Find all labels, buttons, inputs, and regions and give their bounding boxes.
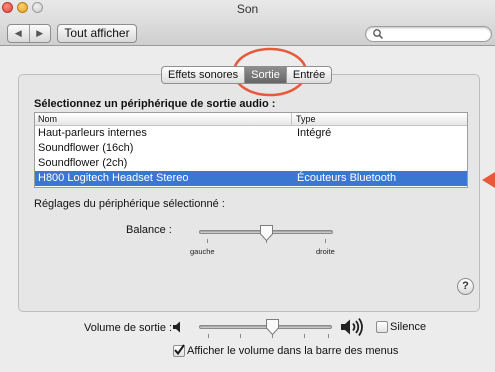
mute-label: Silence [390,321,427,333]
navigation-segment: ◀ ▶ [7,24,51,43]
forward-arrow-icon: ▶ [36,28,44,38]
output-volume-label: Volume de sortie : [84,322,173,334]
show-volume-in-menubar-label: Afficher le volume dans la barre des men… [187,345,399,357]
device-settings-heading: Réglages du périphérique sélectionné : [34,198,225,210]
column-header-name[interactable]: Nom [35,113,292,125]
output-device-table: Nom Type Haut-parleurs internes Intégré … [34,112,468,188]
balance-label: Balance : [126,224,172,236]
balance-tick [325,239,326,243]
device-name: Haut-parleurs internes [38,127,147,139]
volume-tick [328,334,329,338]
device-list-heading: Sélectionnez un périphérique de sortie a… [34,98,276,110]
balance-right-label: droite [316,247,335,256]
balance-tick [207,239,208,243]
tab-output[interactable]: Sortie [245,67,287,83]
back-arrow-icon: ◀ [14,28,22,38]
device-name: Soundflower (2ch) [38,157,128,169]
device-type [292,156,297,171]
volume-tick [208,334,209,338]
speaker-high-icon [341,317,363,337]
volume-tick [304,334,305,338]
sound-preferences-window: Son ◀ ▶ Tout afficher Effets sonores Sor… [0,0,495,372]
table-row[interactable]: Soundflower (16ch) [35,141,467,156]
mute-checkbox[interactable] [376,321,388,333]
balance-slider-thumb[interactable] [259,224,274,242]
help-button[interactable]: ? [457,278,474,295]
search-icon [373,29,384,40]
balance-left-label: gauche [190,247,215,256]
show-volume-in-menubar-checkbox[interactable] [173,344,185,357]
checkmark-icon [174,344,185,356]
title-bar: Son ◀ ▶ Tout afficher [0,0,495,46]
tab-input[interactable]: Entrée [287,67,331,83]
table-row[interactable]: Soundflower (2ch) [35,156,467,171]
window-title: Son [236,2,259,16]
volume-slider-thumb[interactable] [265,318,280,336]
forward-button[interactable]: ▶ [30,25,51,42]
table-row[interactable]: Haut-parleurs internes Intégré [35,126,467,141]
device-type: Intégré [297,127,332,139]
device-name: H800 Logitech Headset Stereo [38,172,189,184]
show-all-button[interactable]: Tout afficher [57,24,137,43]
back-button[interactable]: ◀ [8,25,30,42]
speaker-low-icon [173,321,180,333]
tab-bar: Effets sonores Sortie Entrée [161,66,333,84]
tab-sound-effects[interactable]: Effets sonores [162,67,246,83]
table-header: Nom Type [35,113,467,126]
column-header-type[interactable]: Type [292,113,316,125]
device-name: Soundflower (16ch) [38,142,134,154]
device-type: Écouteurs Bluetooth [297,172,397,184]
device-type [292,141,297,156]
volume-tick [240,334,241,338]
table-row-selected[interactable]: H800 Logitech Headset Stereo Écouteurs B… [35,171,467,186]
search-input[interactable] [365,26,492,42]
annotation-arrow-icon [482,172,495,188]
